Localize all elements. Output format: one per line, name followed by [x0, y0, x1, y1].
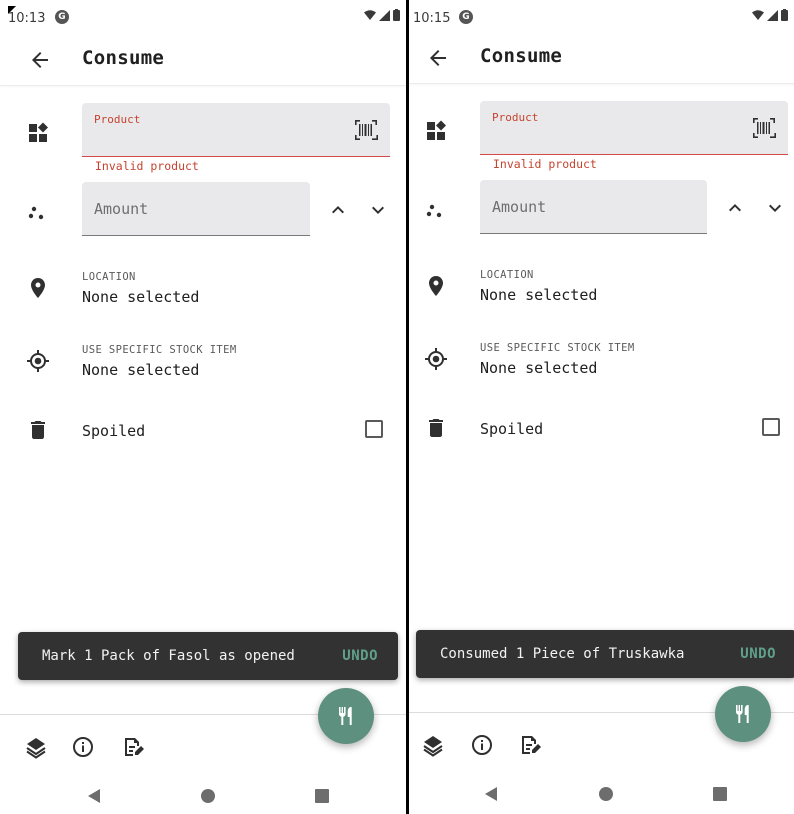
- nav-recents-icon[interactable]: [713, 787, 727, 801]
- status-time: 10:15: [413, 11, 451, 26]
- location-value[interactable]: None selected: [480, 286, 597, 304]
- system-nav-bar: [0, 776, 406, 814]
- amount-field[interactable]: Amount: [480, 180, 707, 234]
- spoiled-checkbox[interactable]: [762, 418, 780, 436]
- document-edit-icon[interactable]: [121, 735, 145, 759]
- location-overline: LOCATION: [82, 271, 136, 283]
- screen-left: 10:13 G Consume Product Invalid product …: [0, 0, 406, 814]
- stock-item-overline: USE SPECIFIC STOCK ITEM: [82, 344, 237, 356]
- document-edit-icon[interactable]: [518, 733, 542, 757]
- page-title: Consume: [82, 47, 165, 69]
- spoiled-label: Spoiled: [82, 422, 146, 440]
- product-error-text: Invalid product: [493, 157, 597, 171]
- app-notification-icon: G: [459, 10, 473, 24]
- nav-home-icon[interactable]: [201, 789, 215, 803]
- consume-fab[interactable]: [318, 688, 374, 744]
- arrow-left-icon[interactable]: [426, 46, 450, 70]
- category-grid-icon: [427, 120, 446, 140]
- target-crosshair-icon[interactable]: [26, 349, 50, 373]
- status-bar: 10:15 G: [409, 0, 794, 36]
- nav-back-icon[interactable]: [88, 789, 100, 803]
- undo-button[interactable]: UNDO: [740, 646, 776, 662]
- battery-icon: [393, 9, 400, 21]
- wifi-icon: [752, 10, 764, 20]
- product-field[interactable]: Product: [480, 101, 788, 155]
- spoiled-checkbox[interactable]: [365, 420, 383, 438]
- status-time: 10:13: [8, 11, 46, 26]
- nav-recents-icon[interactable]: [315, 789, 329, 803]
- info-icon[interactable]: [470, 733, 494, 757]
- nav-home-icon[interactable]: [599, 787, 613, 801]
- product-field[interactable]: Product: [82, 103, 390, 157]
- consume-fab[interactable]: [715, 686, 771, 742]
- target-crosshair-icon[interactable]: [424, 347, 448, 371]
- battery-icon: [781, 9, 788, 21]
- stock-item-value[interactable]: None selected: [82, 361, 199, 379]
- snackbar-message: Mark 1 Pack of Fasol as opened: [42, 648, 295, 664]
- signal-icon: [379, 9, 390, 21]
- stock-item-value[interactable]: None selected: [480, 359, 597, 377]
- signal-icon: [767, 9, 778, 21]
- wifi-icon: [364, 10, 376, 20]
- snackbar-message: Consumed 1 Piece of Truskawka: [440, 646, 685, 662]
- chevron-up-icon[interactable]: [326, 198, 350, 222]
- stock-item-overline: USE SPECIFIC STOCK ITEM: [480, 342, 635, 354]
- amount-placeholder: Amount: [492, 198, 547, 216]
- app-notification-icon: G: [55, 10, 69, 24]
- undo-button[interactable]: UNDO: [342, 648, 378, 664]
- amount-placeholder: Amount: [94, 200, 149, 218]
- trash-icon: [429, 419, 443, 437]
- map-pin-icon[interactable]: [424, 274, 448, 298]
- page-title: Consume: [480, 45, 563, 67]
- status-bar: 10:13 G: [0, 0, 406, 36]
- category-grid-icon: [29, 122, 48, 142]
- info-icon[interactable]: [71, 735, 95, 759]
- trash-icon: [31, 421, 45, 439]
- product-field-label: Product: [492, 111, 539, 124]
- product-field-label: Product: [94, 113, 141, 126]
- chevron-up-icon[interactable]: [723, 196, 747, 220]
- arrow-left-icon[interactable]: [28, 48, 52, 72]
- status-indicators: [752, 9, 788, 21]
- layers-icon[interactable]: [421, 733, 445, 757]
- scatter-dots-icon: [28, 206, 44, 220]
- scatter-dots-icon: [426, 204, 442, 218]
- map-pin-icon[interactable]: [26, 276, 50, 300]
- snackbar: Consumed 1 Piece of Truskawka UNDO: [416, 630, 794, 678]
- screen-right: 10:15 G Consume Product Invalid product …: [409, 0, 794, 814]
- location-overline: LOCATION: [480, 269, 534, 281]
- snackbar: Mark 1 Pack of Fasol as opened UNDO: [18, 632, 398, 680]
- system-nav-bar: [409, 774, 794, 812]
- app-bar: Consume: [409, 34, 794, 84]
- amount-field[interactable]: Amount: [82, 182, 310, 236]
- barcode-scan-icon[interactable]: [752, 117, 776, 139]
- barcode-scan-icon[interactable]: [354, 119, 378, 141]
- status-indicators: [364, 9, 400, 21]
- fork-knife-icon: [339, 707, 352, 725]
- chevron-down-icon[interactable]: [366, 198, 390, 222]
- chevron-down-icon[interactable]: [763, 196, 787, 220]
- fork-knife-icon: [736, 705, 749, 723]
- spoiled-label: Spoiled: [480, 420, 544, 438]
- layers-icon[interactable]: [24, 735, 48, 759]
- product-error-text: Invalid product: [95, 159, 199, 173]
- nav-back-icon[interactable]: [485, 787, 497, 801]
- app-bar: Consume: [0, 36, 406, 86]
- location-value[interactable]: None selected: [82, 288, 199, 306]
